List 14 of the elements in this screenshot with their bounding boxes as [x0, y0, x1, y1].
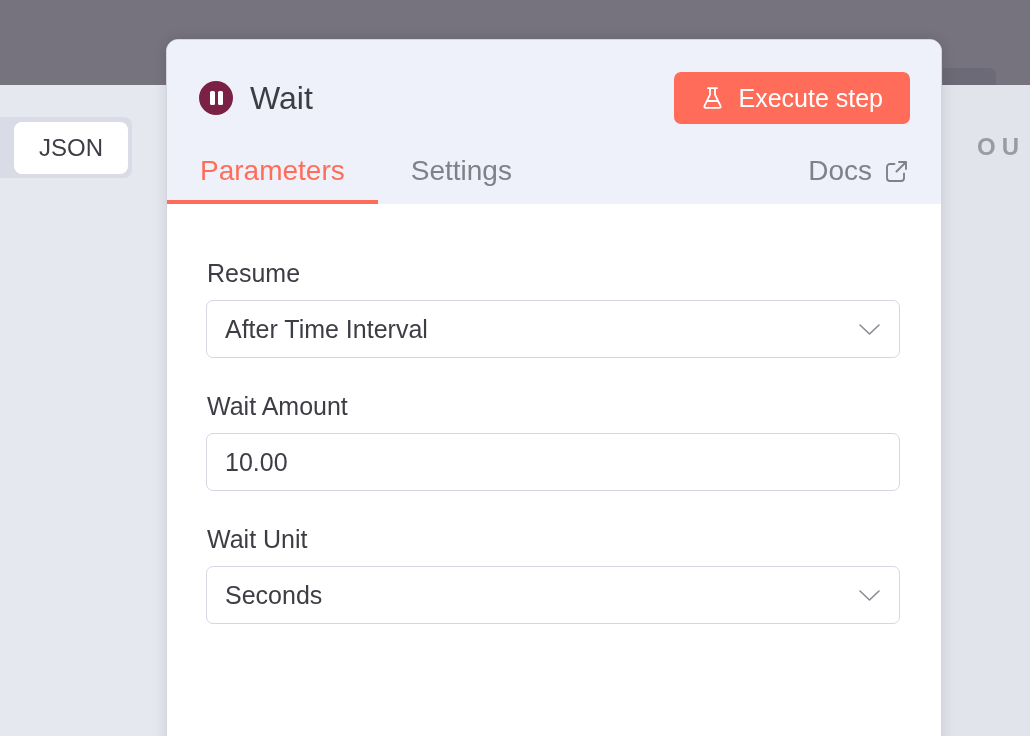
pause-icon	[199, 81, 233, 115]
field-label: Resume	[207, 258, 302, 288]
external-link-icon	[886, 160, 907, 182]
field-label: Wait Unit	[207, 524, 309, 554]
dropdown[interactable]: Seconds	[206, 566, 900, 624]
number-input[interactable]: 10.00	[206, 433, 900, 491]
output-heading: OU	[977, 133, 1026, 161]
field-label: Wait Amount	[207, 391, 349, 421]
json-toggle[interactable]: JSON	[14, 122, 128, 174]
node-title: Wait	[250, 79, 313, 117]
chevron-down-icon	[859, 589, 880, 601]
dropdown[interactable]: After Time Interval	[206, 300, 900, 358]
chevron-down-icon	[859, 323, 880, 335]
flask-icon	[703, 87, 723, 109]
